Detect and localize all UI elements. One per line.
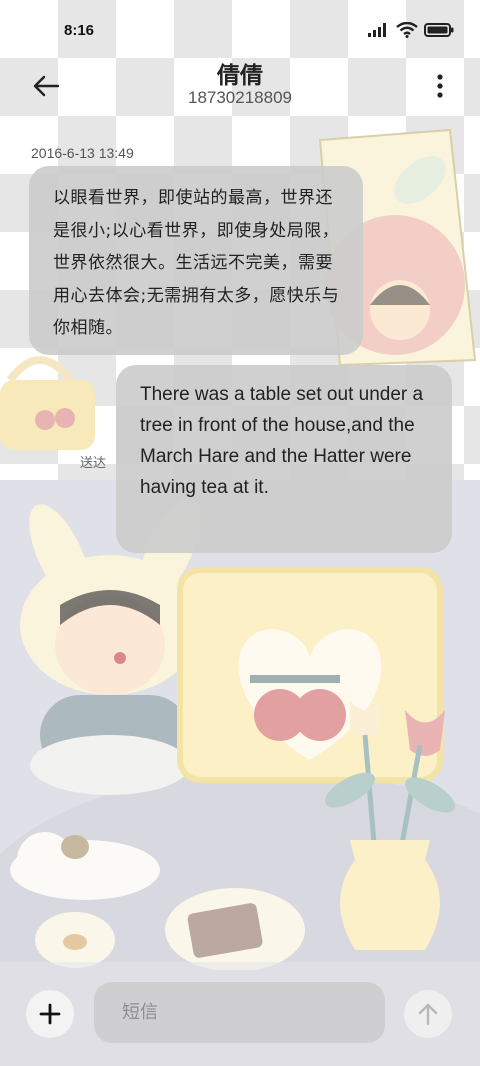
message-composer	[0, 962, 480, 1066]
cat-illustration	[10, 832, 160, 900]
incoming-message-bubble[interactable]: 以眼看世界，即使站的最高，世界还是很小;以心看世界，即使身处局限，世界依然很大。…	[29, 166, 363, 355]
basket-illustration	[0, 356, 95, 450]
status-bar: 8:16	[0, 0, 480, 60]
more-options-button[interactable]	[428, 68, 452, 104]
tulip-vase-illustration	[325, 700, 455, 950]
status-icons	[368, 22, 454, 38]
more-vertical-icon	[437, 74, 443, 98]
status-time: 8:16	[64, 21, 95, 39]
plate-illustration	[165, 888, 305, 970]
conversation-header: 倩倩 18730218809	[0, 56, 480, 120]
battery-icon	[424, 23, 454, 37]
contact-number: 18730218809	[187, 88, 292, 107]
message-input[interactable]	[94, 982, 385, 1043]
delivered-status: 送达	[80, 456, 107, 471]
add-attachment-button[interactable]	[26, 990, 74, 1038]
plus-icon	[39, 1003, 61, 1025]
arrow-up-icon	[418, 1003, 438, 1026]
cup-illustration	[35, 912, 115, 968]
outgoing-message-bubble[interactable]: There was a table set out under a tree i…	[116, 365, 452, 553]
wifi-icon	[396, 22, 418, 38]
message-timestamp: 2016-6-13 13:49	[31, 145, 134, 161]
signal-icon	[368, 23, 386, 37]
contact-name: 倩倩	[217, 63, 263, 89]
send-button[interactable]	[404, 990, 452, 1038]
